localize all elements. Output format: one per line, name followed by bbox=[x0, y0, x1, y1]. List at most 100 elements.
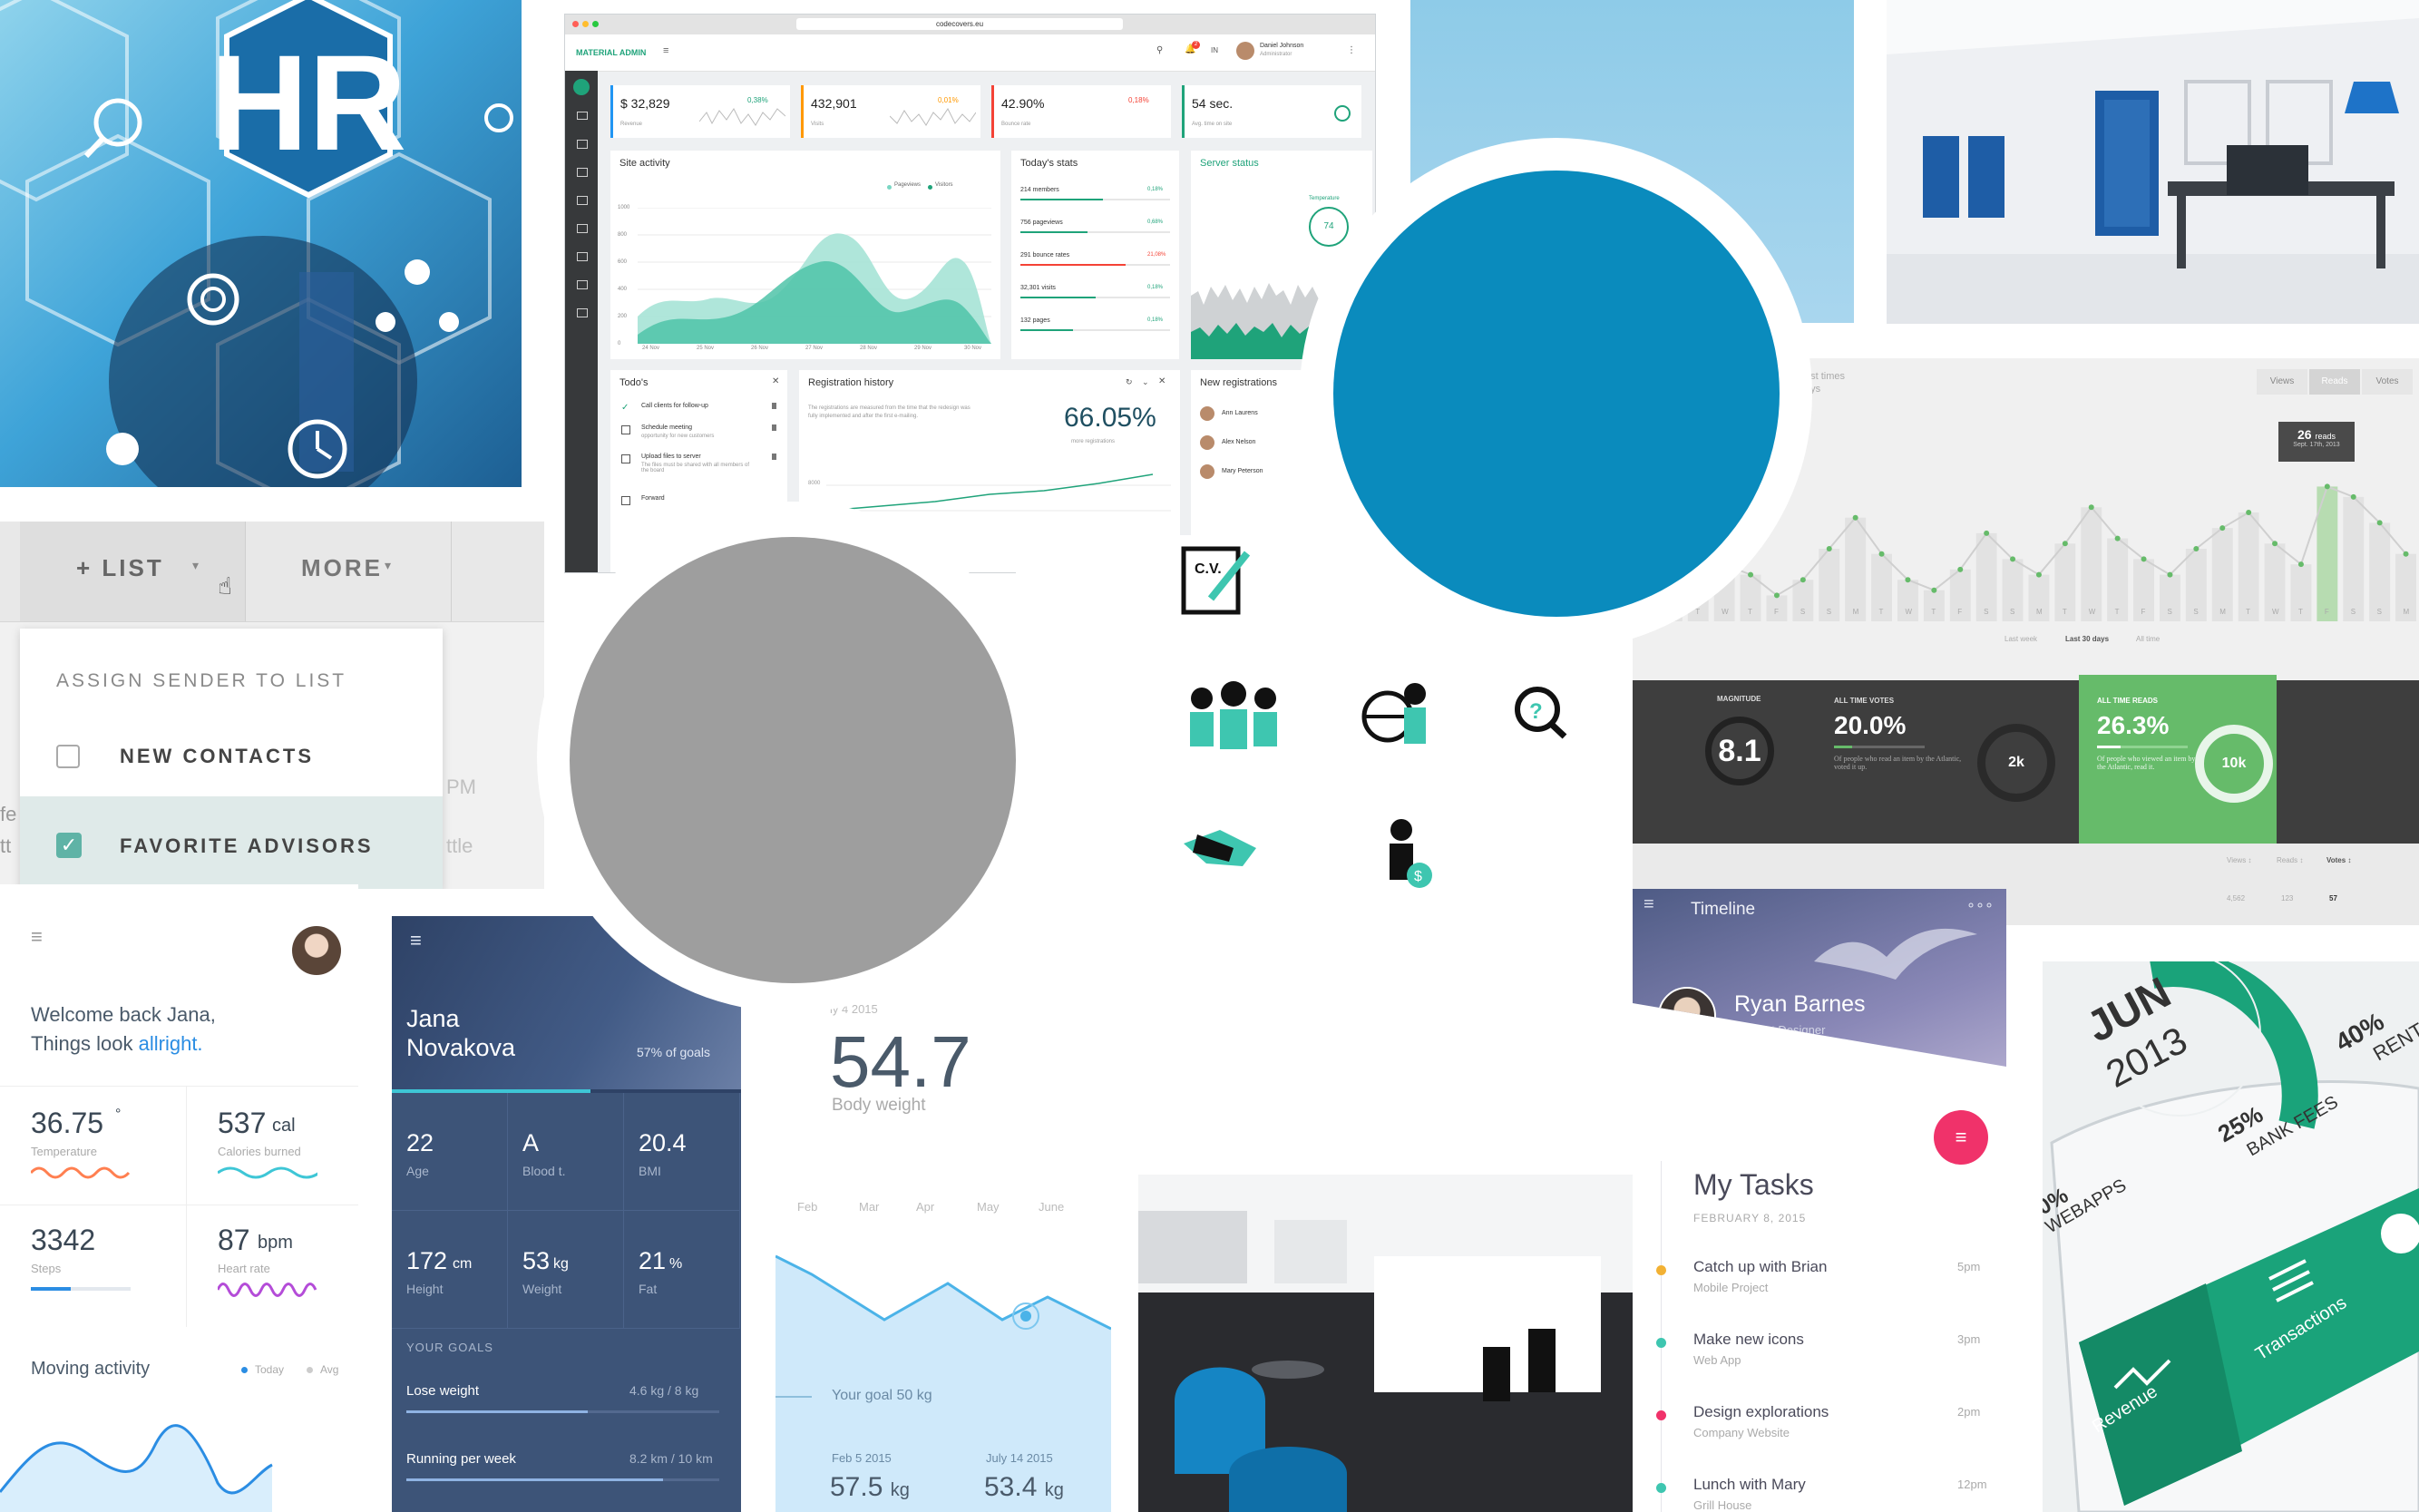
reads-point[interactable] bbox=[2297, 561, 2304, 568]
range-all-time[interactable]: All time bbox=[2136, 635, 2160, 643]
chevron-down-icon[interactable]: ⌄ bbox=[1142, 377, 1149, 387]
person-name[interactable]: Alex Nelson bbox=[1222, 439, 1255, 445]
more-options-icon[interactable]: ⋮ bbox=[1347, 45, 1356, 55]
reads-point[interactable] bbox=[1984, 530, 1990, 536]
person-avatar[interactable] bbox=[1200, 464, 1214, 479]
reads-point[interactable] bbox=[2246, 510, 2252, 515]
user-avatar[interactable] bbox=[292, 926, 341, 975]
range-last-30-days[interactable]: Last 30 days bbox=[2065, 635, 2109, 643]
checkbox-unchecked[interactable] bbox=[621, 496, 630, 505]
admin-brand[interactable]: MATERIAL ADMIN bbox=[576, 48, 646, 57]
trash-icon[interactable] bbox=[772, 454, 776, 460]
option-favorite-advisors[interactable]: ✓ FAVORITE ADVISORS bbox=[20, 796, 443, 889]
close-icon[interactable]: ✕ bbox=[1158, 376, 1166, 386]
tab-reads[interactable]: Reads bbox=[2309, 369, 2360, 395]
reads-point[interactable] bbox=[1773, 592, 1780, 599]
refresh-icon[interactable]: ↻ bbox=[1126, 377, 1133, 387]
checkbox-unchecked[interactable] bbox=[621, 454, 630, 463]
filter-fab-button[interactable]: ≡ bbox=[1934, 1110, 1988, 1165]
reads-point[interactable] bbox=[2324, 483, 2330, 490]
footer-reads-label[interactable]: Reads ↕ bbox=[2277, 856, 2303, 864]
person-avatar[interactable] bbox=[1200, 406, 1214, 421]
checkbox-unchecked[interactable] bbox=[56, 745, 80, 768]
reads-point[interactable] bbox=[2167, 571, 2173, 578]
close-window-dot[interactable] bbox=[572, 21, 579, 27]
checkbox-checked[interactable]: ✓ bbox=[56, 833, 82, 858]
stat-card-revenue[interactable]: $ 32,829 0,38% Revenue bbox=[610, 85, 790, 138]
tab-votes[interactable]: Votes bbox=[2362, 369, 2413, 395]
profile-stat-cell[interactable]: 53 kg Weight bbox=[508, 1211, 624, 1329]
user-name[interactable]: Daniel Johnson bbox=[1260, 43, 1303, 49]
footer-views-label[interactable]: Views ↕ bbox=[2227, 856, 2251, 864]
search-icon[interactable]: ⚲ bbox=[1156, 45, 1163, 55]
sidebar-table-icon[interactable] bbox=[577, 224, 588, 233]
reads-bar[interactable] bbox=[1845, 517, 1867, 621]
reads-point[interactable] bbox=[1852, 514, 1858, 521]
hamburger-icon[interactable]: ≡ bbox=[410, 929, 422, 952]
reads-point[interactable] bbox=[1826, 546, 1832, 551]
task-name[interactable]: Design explorations bbox=[1693, 1403, 1829, 1421]
reads-bar[interactable] bbox=[2238, 512, 2259, 621]
stat-steps[interactable]: 3342 Steps bbox=[0, 1205, 187, 1327]
stat-card-time[interactable]: 54 sec. Avg. time on site bbox=[1182, 85, 1361, 138]
task-name[interactable]: Catch up with Brian bbox=[1693, 1258, 1827, 1276]
sidebar-chart-icon[interactable] bbox=[577, 168, 588, 177]
reads-bar[interactable] bbox=[2081, 507, 2102, 621]
reads-card[interactable]: ALL TIME READS 26.3% Of people who viewe… bbox=[2079, 675, 2277, 849]
hamburger-icon[interactable]: ≡ bbox=[1644, 894, 1654, 915]
reads-point[interactable] bbox=[1878, 551, 1885, 557]
hamburger-icon[interactable]: ≡ bbox=[31, 925, 43, 949]
person-avatar[interactable] bbox=[1200, 435, 1214, 450]
profile-stat-cell[interactable]: 20.4 BMI bbox=[624, 1093, 740, 1211]
reads-point[interactable] bbox=[2114, 535, 2121, 541]
sidebar-grid-icon[interactable] bbox=[577, 196, 588, 205]
reads-point[interactable] bbox=[2035, 571, 2042, 578]
minimize-window-dot[interactable] bbox=[582, 21, 589, 27]
reads-point[interactable] bbox=[1931, 587, 1937, 593]
trash-icon[interactable] bbox=[772, 403, 776, 409]
reads-point[interactable] bbox=[2272, 541, 2278, 547]
reads-point[interactable] bbox=[2350, 493, 2356, 500]
reads-point[interactable] bbox=[2376, 520, 2383, 526]
reads-bar[interactable] bbox=[2343, 496, 2365, 621]
user-avatar[interactable] bbox=[1658, 987, 1716, 1045]
stat-temperature[interactable]: 36.75 ° Temperature bbox=[0, 1087, 187, 1205]
task-name[interactable]: Make new icons bbox=[1693, 1331, 1804, 1349]
stat-heart-rate[interactable]: 87 bpm Heart rate bbox=[187, 1205, 358, 1327]
tab-views[interactable]: Views bbox=[2257, 369, 2307, 395]
menu-icon[interactable]: ≡ bbox=[663, 45, 668, 56]
stat-card-visits[interactable]: 432,901 0,01% Visits bbox=[801, 85, 980, 138]
sidebar-mail-icon[interactable] bbox=[577, 112, 588, 120]
close-icon[interactable]: ✕ bbox=[772, 376, 779, 386]
profile-stat-cell[interactable]: A Blood t. bbox=[508, 1093, 624, 1211]
profile-stat-cell[interactable]: 22 Age bbox=[392, 1093, 508, 1211]
reads-point[interactable] bbox=[2141, 556, 2147, 562]
checkbox-unchecked[interactable] bbox=[621, 425, 630, 434]
reads-bar[interactable] bbox=[2369, 522, 2391, 621]
sidebar-image-icon[interactable] bbox=[577, 280, 588, 289]
reads-point[interactable] bbox=[2193, 546, 2200, 551]
language-icon[interactable]: IN bbox=[1211, 46, 1218, 54]
reads-point[interactable] bbox=[2088, 504, 2094, 511]
reads-point[interactable] bbox=[1905, 577, 1911, 583]
footer-votes-label[interactable]: Votes ↕ bbox=[2326, 856, 2351, 864]
reads-point[interactable] bbox=[2403, 551, 2409, 557]
trash-icon[interactable] bbox=[772, 424, 776, 431]
list-button[interactable]: + LIST ▾ ☝ bbox=[20, 522, 246, 621]
person-name[interactable]: Mary Peterson bbox=[1222, 468, 1263, 474]
profile-stat-cell[interactable]: 21% Fat bbox=[624, 1211, 740, 1329]
stat-calories[interactable]: 537 cal Calories burned bbox=[187, 1087, 358, 1205]
reads-point[interactable] bbox=[2219, 525, 2226, 532]
sidebar-home-icon[interactable] bbox=[573, 79, 590, 95]
reads-point[interactable] bbox=[1800, 577, 1806, 583]
option-new-contacts[interactable]: NEW CONTACTS bbox=[20, 719, 443, 792]
person-name[interactable]: Ann Laurens bbox=[1222, 410, 1258, 416]
reads-point[interactable] bbox=[1957, 566, 1964, 572]
more-button[interactable]: MORE ▾ bbox=[247, 522, 452, 621]
reads-point[interactable] bbox=[1748, 571, 1754, 578]
range-last-week[interactable]: Last week bbox=[2004, 635, 2037, 643]
sidebar-folder-icon[interactable] bbox=[577, 308, 588, 317]
reads-point[interactable] bbox=[2010, 556, 2016, 562]
user-avatar[interactable] bbox=[1236, 42, 1254, 60]
profile-stat-cell[interactable]: 172 cm Height bbox=[392, 1211, 508, 1329]
